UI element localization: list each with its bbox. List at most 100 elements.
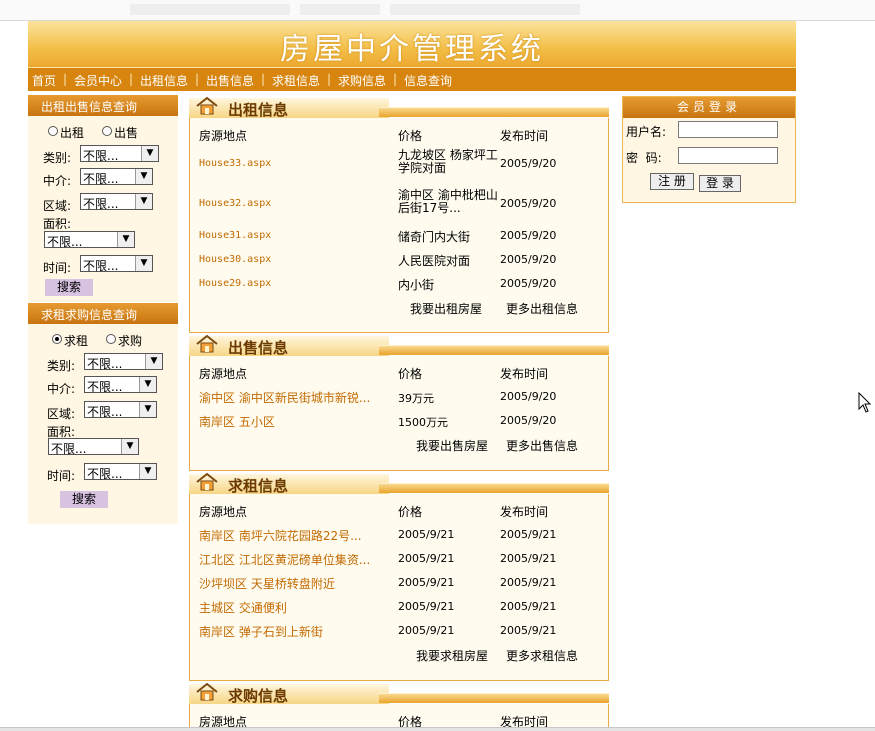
- category-select-value: 不限...: [83, 149, 119, 163]
- want-rent-row-date: 2005/9/21: [500, 576, 557, 589]
- column-header-price: 价格: [398, 715, 423, 727]
- agency-label: 中介:: [43, 174, 72, 188]
- rent-sale-search-button[interactable]: 搜索: [45, 279, 93, 296]
- rent-row-location[interactable]: House31.aspx: [199, 230, 271, 241]
- sale-info-title: 出售信息: [228, 339, 289, 357]
- want-rent-info-panel: 求租信息 房源地点 价格 发布时间 南岸区 南坪六院花园路22号... 2005…: [189, 472, 609, 681]
- size-select[interactable]: 不限... ▼: [44, 231, 135, 249]
- want-rent-row-location[interactable]: 南岸区 南坪六院花园路22号...: [199, 527, 362, 544]
- rent-row-location[interactable]: House32.aspx: [199, 198, 271, 209]
- want-rent-row-location[interactable]: 江北区 江北区黄泥磅单位集资...: [199, 551, 370, 568]
- member-login-title: 会员登录: [623, 97, 795, 118]
- want-buy-info-panel: 求购信息 房源地点 价格 发布时间: [189, 682, 609, 727]
- agency-label: 中介:: [47, 382, 76, 396]
- category-select[interactable]: 不限... ▼: [84, 353, 163, 371]
- bottom-border: [0, 727, 875, 731]
- nav-separator: |: [327, 72, 332, 86]
- time-select-value: 不限...: [83, 259, 119, 273]
- nav-home[interactable]: 首页: [32, 72, 56, 89]
- header-tab: [189, 336, 389, 358]
- want-rent-row-date: 2005/9/21: [500, 600, 557, 613]
- want-rent-row-price: 2005/9/21: [398, 576, 455, 589]
- password-input[interactable]: [678, 147, 778, 164]
- chevron-down-icon: ▼: [135, 194, 152, 209]
- post-sale-link[interactable]: 我要出售房屋: [416, 437, 488, 454]
- header-bar: [379, 483, 609, 493]
- login-button[interactable]: 登 录: [699, 175, 741, 192]
- nav-rent-info[interactable]: 出租信息: [140, 72, 188, 89]
- password-label: 密 码:: [626, 151, 662, 165]
- member-login-panel: 会员登录 用户名: 密 码: 注 册 登 录: [622, 96, 796, 203]
- rent-row-date: 2005/9/20: [500, 197, 557, 210]
- want-rent-info-title: 求租信息: [228, 477, 289, 495]
- size-select[interactable]: 不限... ▼: [48, 438, 139, 456]
- header-tab: [189, 474, 389, 496]
- category-label: 类别:: [43, 151, 72, 165]
- sale-row-location[interactable]: 南岸区 五小区: [199, 413, 275, 430]
- want-search-heading: 求租求购信息查询: [28, 303, 178, 324]
- radio-want-rent[interactable]: [52, 334, 62, 344]
- time-select[interactable]: 不限... ▼: [80, 255, 153, 273]
- sale-row-location[interactable]: 渝中区 渝中区新民街城市新锐...: [199, 389, 370, 406]
- header-tab: [189, 684, 389, 706]
- header-bar: [379, 345, 609, 355]
- more-sale-link[interactable]: 更多出售信息: [506, 437, 578, 454]
- agency-select[interactable]: 不限... ▼: [80, 168, 153, 186]
- nav-member-center[interactable]: 会员中心: [74, 72, 122, 89]
- radio-sale[interactable]: [102, 126, 112, 136]
- want-rent-row-price: 2005/9/21: [398, 600, 455, 613]
- agency-select-value: 不限...: [83, 172, 119, 186]
- area-select[interactable]: 不限... ▼: [84, 401, 157, 419]
- nav-sale-info[interactable]: 出售信息: [206, 72, 254, 89]
- more-want-rent-link[interactable]: 更多求租信息: [506, 647, 578, 664]
- nav-want-rent-info[interactable]: 求租信息: [272, 72, 320, 89]
- size-label: 面积:: [43, 217, 72, 231]
- want-search-button[interactable]: 搜索: [60, 491, 108, 508]
- register-button[interactable]: 注 册: [650, 173, 694, 190]
- username-input[interactable]: [678, 121, 778, 138]
- rent-sale-search-panel: 出租 出售 类别: 不限... ▼ 中介: 不限... ▼ 区域: 不限... ▼ 面…: [28, 116, 178, 302]
- area-select[interactable]: 不限... ▼: [80, 193, 153, 211]
- area-label: 区域:: [47, 407, 76, 421]
- want-search-panel: 求租 求购 类别: 不限... ▼ 中介: 不限... ▼ 区域: 不限... ▼ 面…: [28, 324, 178, 524]
- agency-select[interactable]: 不限... ▼: [84, 376, 157, 394]
- column-header-location: 房源地点: [199, 367, 248, 381]
- chevron-down-icon: ▼: [121, 439, 138, 454]
- want-rent-row-date: 2005/9/21: [500, 528, 557, 541]
- header-tab: [189, 98, 389, 120]
- column-header-date: 发布时间: [500, 129, 549, 143]
- want-rent-info-header: 求租信息: [189, 472, 609, 496]
- nav-info-search[interactable]: 信息查询: [404, 72, 452, 89]
- rent-sale-search-heading: 出租出售信息查询: [28, 95, 178, 116]
- sale-info-header: 出售信息: [189, 334, 609, 358]
- radio-want-buy[interactable]: [106, 334, 116, 344]
- rent-info-header: 出租信息: [189, 96, 609, 120]
- category-select[interactable]: 不限... ▼: [80, 145, 159, 163]
- want-rent-row-location[interactable]: 主城区 交通便利: [199, 599, 287, 616]
- more-rent-link[interactable]: 更多出租信息: [506, 300, 578, 317]
- chevron-down-icon: ▼: [117, 232, 134, 247]
- nav-want-buy-info[interactable]: 求购信息: [338, 72, 386, 89]
- time-select[interactable]: 不限... ▼: [84, 463, 157, 481]
- want-rent-row-location[interactable]: 沙坪坝区 天星桥转盘附近: [199, 575, 335, 592]
- house-icon: [196, 334, 218, 353]
- want-rent-row-price: 2005/9/21: [398, 624, 455, 637]
- rent-row-location[interactable]: House30.aspx: [199, 254, 271, 265]
- site-title: 房屋中介管理系统: [280, 32, 544, 67]
- radio-rent-label: 出租: [60, 126, 85, 140]
- sale-row-price: 1500万元: [398, 416, 448, 429]
- chevron-down-icon: ▼: [139, 377, 156, 392]
- post-want-rent-link[interactable]: 我要求租房屋: [416, 647, 488, 664]
- sale-info-body: 房源地点 价格 发布时间 渝中区 渝中区新民街城市新锐... 39万元 2005…: [189, 356, 609, 471]
- rent-row-location[interactable]: House29.aspx: [199, 278, 271, 289]
- column-header-date: 发布时间: [500, 715, 549, 727]
- rent-row-location[interactable]: House33.aspx: [199, 158, 271, 169]
- rent-row-date: 2005/9/20: [500, 229, 557, 242]
- house-icon: [196, 472, 218, 491]
- want-rent-row-location[interactable]: 南岸区 弹子石到上新街: [199, 623, 323, 640]
- category-label: 类别:: [47, 359, 76, 373]
- want-rent-row-date: 2005/9/21: [500, 552, 557, 565]
- post-rent-link[interactable]: 我要出租房屋: [410, 300, 482, 317]
- mouse-pointer-icon: [858, 392, 872, 413]
- radio-rent[interactable]: [48, 126, 58, 136]
